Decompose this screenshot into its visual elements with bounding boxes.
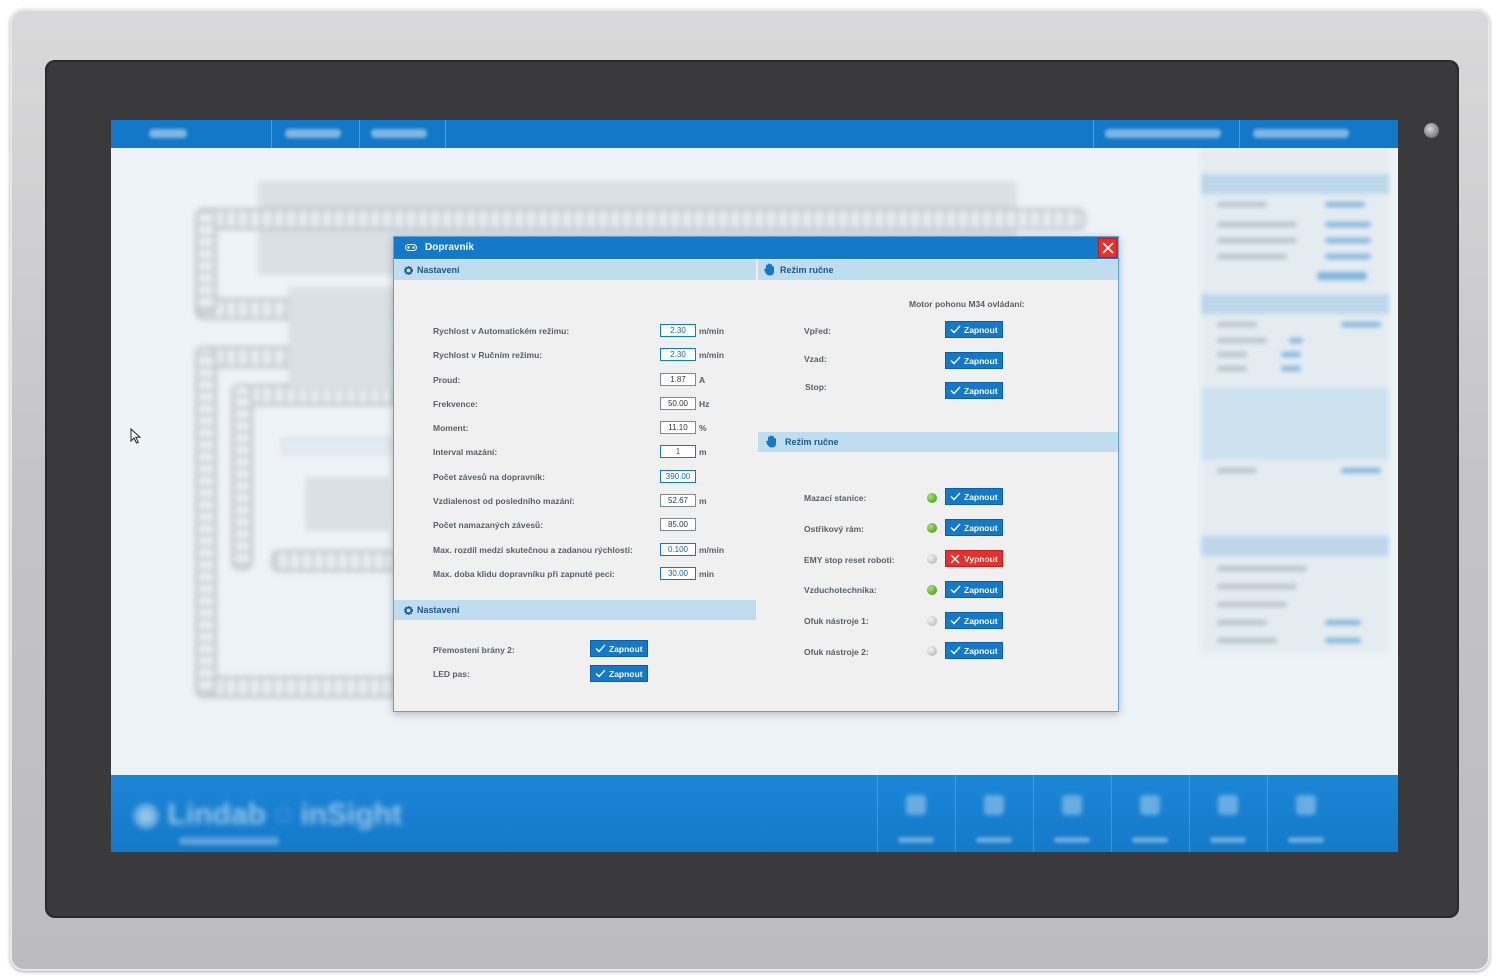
check-icon [950, 386, 961, 395]
check-icon [950, 523, 961, 532]
start-button[interactable] [877, 775, 955, 852]
led-strip-toggle[interactable]: Zapnout [590, 665, 648, 682]
close-icon [1102, 242, 1114, 254]
user-display[interactable] [1253, 129, 1349, 138]
param-label: Interval mazání: [433, 447, 498, 457]
close-button[interactable] [1098, 238, 1117, 258]
param-label: Počet závesů na dopravník: [433, 472, 545, 482]
home-tab[interactable] [149, 129, 187, 138]
bottom-bar: ◉ Lindab ◌ inSight [111, 775, 1398, 852]
logo-subtitle [179, 837, 279, 845]
gear-icon [404, 266, 413, 275]
param-label: Max. doba klidu dopravníku při zapnuté p… [433, 569, 615, 579]
param-label: Počet namazaných závesů: [433, 520, 544, 530]
param-label: Rychlost v Automatickém režimu: [433, 326, 570, 336]
max-speed-diff-input[interactable]: 0.100 [660, 543, 696, 556]
logout-tab[interactable] [371, 129, 427, 138]
tool-blow-1-toggle[interactable]: Zapnout [945, 612, 1003, 629]
emy-stop-reset-toggle[interactable]: Vypnout [945, 550, 1003, 567]
param-label: Proud: [433, 375, 461, 385]
lube-station-toggle[interactable]: Zapnout [945, 488, 1003, 505]
check-icon [950, 585, 961, 594]
tool-blow-2-toggle[interactable]: Zapnout [945, 642, 1003, 659]
stop-button[interactable] [955, 775, 1033, 852]
dialog-title: Dopravník [425, 242, 474, 253]
x-icon [950, 554, 960, 564]
settings-section-header: Nastavení [394, 260, 756, 280]
hand-icon [764, 263, 774, 276]
status-indicator [927, 585, 937, 595]
camera-button[interactable] [1111, 775, 1189, 852]
dialog-titlebar: Dopravník [394, 237, 1118, 259]
status-indicator [927, 646, 937, 656]
lindab-logo: ◉ Lindab ◌ inSight [133, 798, 402, 831]
param-label: Frekvence: [433, 399, 478, 409]
manual-mode-section-header-2: Režim ručne [758, 432, 1118, 452]
check-icon [595, 644, 606, 653]
reverse-toggle[interactable]: Zapnout [945, 352, 1003, 369]
lubrication-interval-input[interactable]: 1 [660, 445, 696, 458]
param-label: Moment: [433, 423, 469, 433]
check-icon [950, 325, 961, 334]
settings-section-header-2: Nastavení [394, 600, 756, 620]
hand-icon [766, 435, 776, 448]
current-value: 1.87 [660, 373, 696, 386]
param-label: Vzdialenost od posledního mazání: [433, 496, 575, 506]
alarm-button[interactable] [1189, 775, 1267, 852]
nav-tab[interactable] [285, 129, 341, 138]
distance-since-lube-value: 52.67 [660, 494, 696, 507]
max-idle-time-input[interactable]: 30.00 [660, 567, 696, 580]
conveyor-dialog: Dopravník Nastavení Režim ručne Rychlost… [393, 236, 1119, 712]
side-status-panel [1201, 148, 1389, 653]
mouse-pointer-icon [130, 428, 141, 444]
manual-mode-section-header: Režim ručne [758, 260, 1118, 280]
param-label: Rychlost v Ručním režimu: [433, 350, 543, 360]
check-icon [950, 616, 961, 625]
forward-toggle[interactable]: Zapnout [945, 321, 1003, 338]
check-icon [950, 646, 961, 655]
conveyor-icon [405, 244, 417, 251]
hanger-count-input[interactable]: 390.00 [660, 470, 696, 483]
gear-icon [404, 606, 413, 615]
manual-speed-input[interactable]: 2.30 [660, 348, 696, 361]
frequency-value: 50.00 [660, 397, 696, 410]
motor-control-subtitle: Motor pohonu M34 ovládaní: [909, 299, 1025, 309]
top-bar [111, 120, 1398, 148]
check-icon [950, 492, 961, 501]
status-indicator [927, 523, 937, 533]
auto-speed-input[interactable]: 2.30 [660, 324, 696, 337]
reset-button[interactable] [1033, 775, 1111, 852]
lubricated-hangers-value: 85.00 [660, 518, 696, 531]
air-handling-toggle[interactable]: Zapnout [945, 581, 1003, 598]
spray-frame-toggle[interactable]: Zapnout [945, 519, 1003, 536]
datetime-display [1105, 129, 1221, 138]
check-icon [595, 669, 606, 678]
status-indicator [927, 554, 937, 564]
stop-toggle[interactable]: Zapnout [945, 382, 1003, 399]
gate-bypass-toggle[interactable]: Zapnout [590, 640, 648, 657]
torque-value: 11.10 [660, 421, 696, 434]
status-indicator [927, 493, 937, 503]
param-label: Max. rozdíl medzi skutečnou a zadanou rý… [433, 545, 633, 555]
settings-button[interactable] [1267, 775, 1345, 852]
check-icon [950, 356, 961, 365]
camera-icon [1424, 123, 1439, 138]
status-indicator [927, 616, 937, 626]
